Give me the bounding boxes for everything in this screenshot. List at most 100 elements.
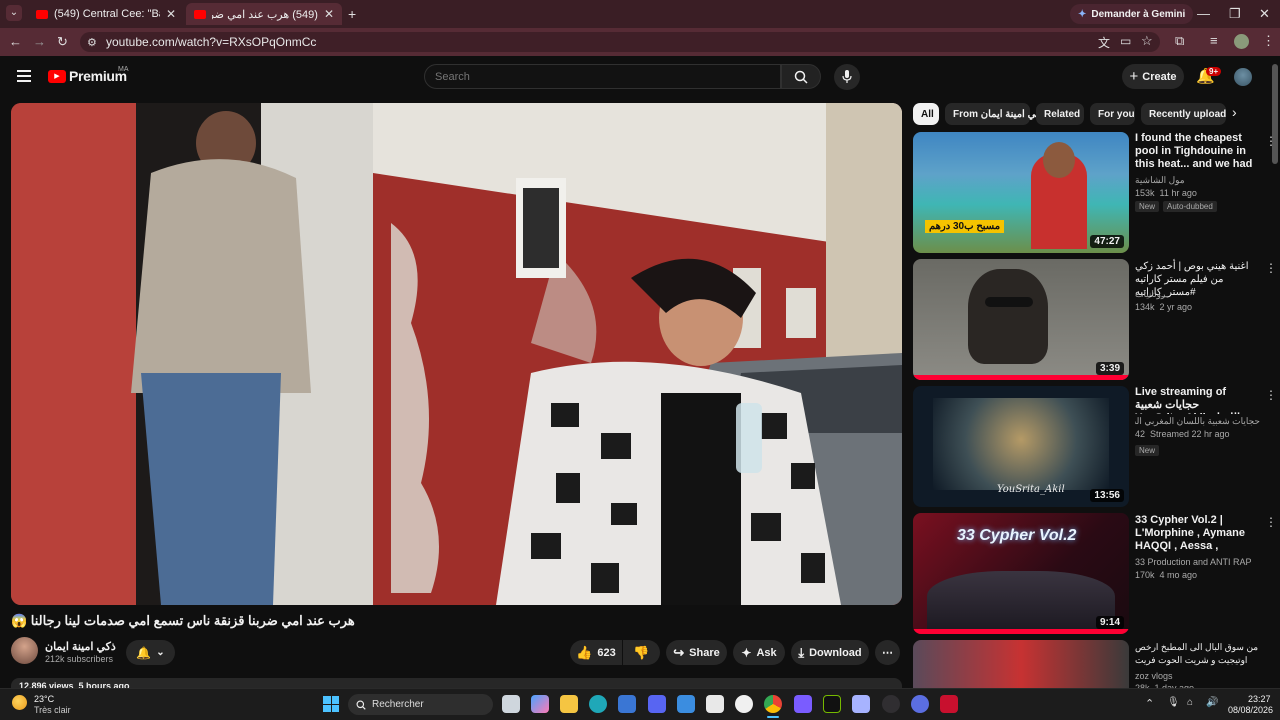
file-explorer-icon[interactable]	[560, 695, 578, 713]
cast-icon[interactable]: ▭	[1120, 34, 1131, 48]
taskbar-search[interactable]: Rechercher	[348, 694, 493, 715]
download-button[interactable]: ⤓ Download	[791, 640, 869, 665]
mail-icon[interactable]	[677, 695, 695, 713]
netflix-icon[interactable]	[940, 695, 958, 713]
share-button[interactable]: ↪ Share	[666, 640, 727, 665]
recommendation-title[interactable]: Live streaming of حجايات شعبية YouSrita_…	[1135, 386, 1263, 414]
weather-icon[interactable]	[12, 695, 27, 710]
create-button[interactable]: + Create	[1122, 64, 1184, 89]
chip-related[interactable]: Related	[1036, 103, 1084, 125]
voice-search-button[interactable]	[834, 64, 860, 90]
ask-button[interactable]: ✦ Ask	[733, 640, 785, 665]
maximize-button[interactable]: ❐	[1229, 6, 1241, 22]
recommendation-thumbnail[interactable]: مسبح ب30 درهم 47:27	[913, 132, 1129, 253]
recommendation-channel[interactable]: zoz vlogs	[1135, 670, 1173, 682]
app-icon[interactable]	[706, 695, 724, 713]
gemini-button[interactable]: ✦ Demander à Gemini	[1070, 4, 1194, 24]
weather-temp[interactable]: 23°C	[34, 694, 54, 704]
messenger-icon[interactable]	[852, 695, 870, 713]
youtube-tab-icon	[194, 9, 206, 19]
tab-list-icon[interactable]: ⌄	[6, 5, 22, 21]
obs-icon[interactable]	[882, 695, 900, 713]
chip-scroll-right-icon[interactable]: ›	[1232, 104, 1237, 120]
video-duration: 47:27	[1090, 235, 1124, 248]
thumbs-up-icon: 👍	[576, 644, 593, 660]
recommendation-thumbnail[interactable]	[913, 640, 1129, 688]
recommendation-title[interactable]: I found the cheapest pool in Tighdouine …	[1135, 132, 1263, 172]
site-info-icon[interactable]: ⚙	[87, 36, 97, 49]
recommendation-title[interactable]: من سوق البال الى المطبخ ارخص اوتيجيت و ش…	[1135, 641, 1263, 667]
task-view-icon[interactable]	[502, 695, 520, 713]
new-tab-button[interactable]: +	[348, 6, 356, 22]
extensions-icon[interactable]: ⧉	[1175, 33, 1184, 49]
more-options-icon[interactable]: ⋮	[1265, 261, 1277, 275]
store-icon[interactable]	[618, 695, 636, 713]
search-icon	[356, 700, 366, 710]
reload-button[interactable]: ↻	[57, 34, 68, 50]
recommendation-thumbnail[interactable]: 3:39	[913, 259, 1129, 380]
views-and-date: 12,896 views 5 hours ago	[19, 681, 130, 688]
chrome-icon[interactable]	[764, 695, 782, 713]
like-button[interactable]: 👍 623	[570, 640, 622, 665]
menu-icon[interactable]	[17, 70, 31, 82]
volume-icon[interactable]: 🔊	[1206, 697, 1218, 708]
close-tab-icon[interactable]: ✕	[166, 7, 176, 21]
recommendation-channel[interactable]: حجايات شعبية باللسان المغربي الدارج Akil…	[1135, 415, 1260, 427]
start-button[interactable]	[323, 696, 339, 712]
nvidia-icon[interactable]	[823, 695, 841, 713]
browser-menu-icon[interactable]: ⋮	[1262, 33, 1275, 49]
youtube-logo[interactable]: ▶ Premium	[48, 68, 127, 84]
recommendation-channel[interactable]: مول الشاشية	[1135, 174, 1185, 186]
channel-name[interactable]: ذكي امينة ايمان	[45, 640, 116, 653]
close-tab-icon[interactable]: ✕	[324, 7, 334, 21]
recommendation-channel[interactable]: 33 Production and ANTI RAP	[1135, 556, 1252, 568]
minimize-button[interactable]: —	[1197, 6, 1210, 21]
subscription-bell-button[interactable]: 🔔 ⌄	[126, 640, 175, 665]
chip-all[interactable]: All	[913, 103, 939, 125]
game-launcher-icon[interactable]	[794, 695, 812, 713]
discord-icon[interactable]	[648, 695, 666, 713]
tab-title: (549) هرب عند امي ضربنا قزز	[212, 8, 318, 21]
translate-icon[interactable]: 文	[1098, 34, 1110, 51]
recommendation-thumbnail[interactable]: YouSrita_Akil 13:56	[913, 386, 1129, 507]
copilot-icon[interactable]	[531, 695, 549, 713]
network-icon[interactable]: ⌂	[1187, 697, 1193, 708]
recommendation-channel[interactable]: روتانيات	[1135, 288, 1165, 300]
tab-central-cee[interactable]: (549) Central Cee: "Band4Band ✕	[28, 3, 184, 25]
edge-icon[interactable]	[589, 695, 607, 713]
channel-avatar[interactable]	[11, 637, 38, 664]
chip-from-channel[interactable]: From ذكي امينة ايمان	[945, 103, 1045, 125]
page-scrollbar[interactable]	[1272, 64, 1278, 164]
back-button[interactable]: ←	[9, 34, 22, 49]
youtube-play-icon: ▶	[48, 69, 66, 83]
chip-for-you[interactable]: For you	[1090, 103, 1135, 125]
recommendation-title[interactable]: 33 Cypher Vol.2 | L'Morphine , Aymane HA…	[1135, 514, 1263, 554]
tab-current-video[interactable]: (549) هرب عند امي ضربنا قزز ✕	[186, 3, 342, 25]
sparkle-icon: ✦	[741, 645, 752, 660]
video-player[interactable]	[11, 103, 902, 605]
media-controls-icon[interactable]: ≡	[1210, 33, 1218, 48]
profile-avatar[interactable]	[1234, 34, 1249, 49]
github-icon[interactable]	[735, 695, 753, 713]
chip-recently-uploaded[interactable]: Recently uploaded	[1141, 103, 1226, 125]
close-window-button[interactable]: ✕	[1259, 6, 1270, 22]
tray-chevron-icon[interactable]: ⌃	[1145, 697, 1154, 710]
account-avatar[interactable]	[1234, 68, 1252, 86]
clock-date[interactable]: 08/08/2026	[1228, 705, 1273, 715]
more-options-icon[interactable]: ⋮	[1265, 388, 1277, 402]
microphone-tray-icon[interactable]: 🎙	[1167, 697, 1180, 708]
clock-time[interactable]: 23:27	[1248, 694, 1271, 704]
weather-desc: Très clair	[34, 705, 71, 715]
search-input[interactable]	[424, 64, 781, 89]
dislike-button[interactable]: 👎	[623, 640, 660, 665]
recommendation-thumbnail[interactable]: 33 Cypher Vol.2 9:14	[913, 513, 1129, 634]
bookmark-star-icon[interactable]: ☆	[1141, 33, 1153, 49]
chat-app-icon[interactable]	[911, 695, 929, 713]
more-actions-button[interactable]: ⋯	[875, 640, 900, 665]
search-button[interactable]	[781, 64, 821, 89]
description-box[interactable]: 12,896 views 5 hours ago	[11, 678, 902, 688]
forward-button[interactable]: →	[33, 34, 46, 49]
notification-count-badge: 9+	[1206, 67, 1222, 76]
url-text[interactable]: youtube.com/watch?v=RXsOPqOnmCc	[106, 35, 316, 49]
more-options-icon[interactable]: ⋮	[1265, 515, 1277, 529]
